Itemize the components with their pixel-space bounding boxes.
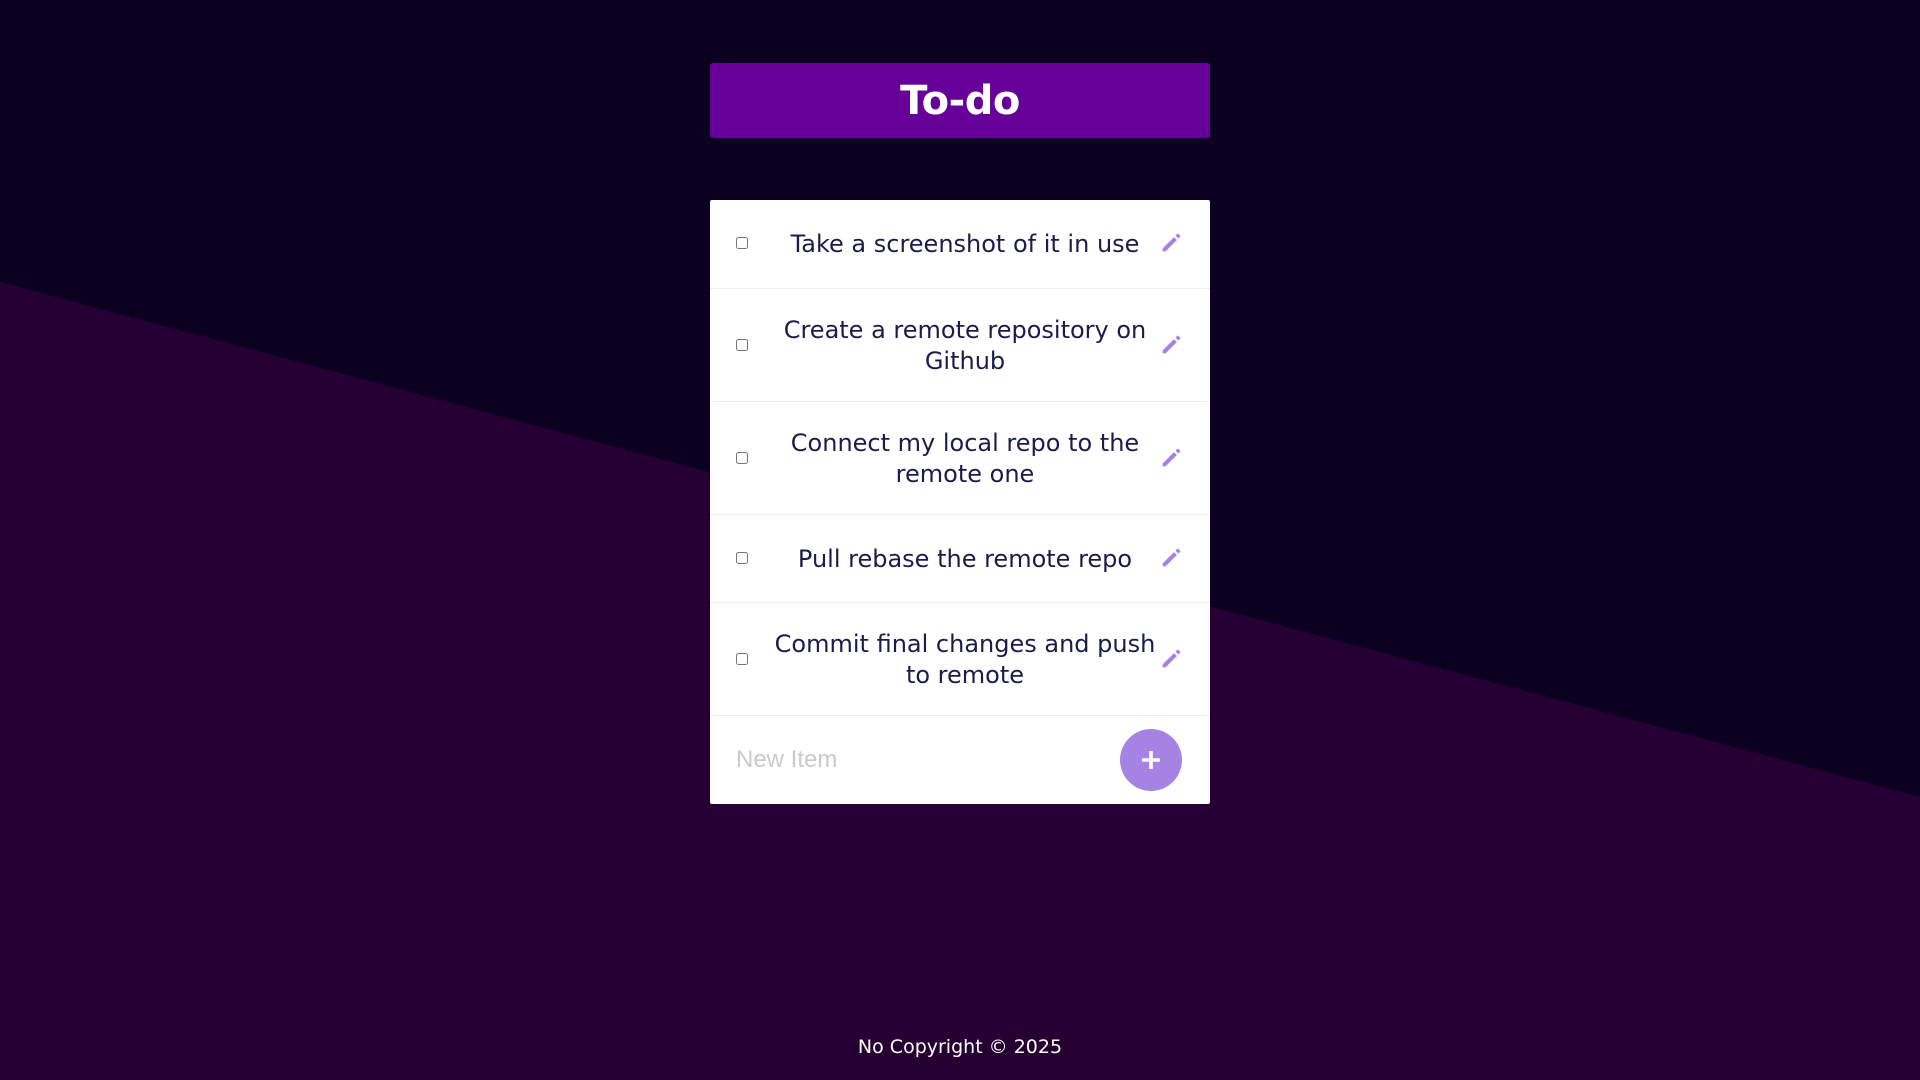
page-title: To-do xyxy=(900,77,1020,124)
pencil-icon[interactable] xyxy=(1158,228,1186,256)
pencil-icon[interactable] xyxy=(1158,443,1186,471)
item-label: Pull rebase the remote repo xyxy=(797,545,1133,573)
plus-icon xyxy=(1142,751,1160,769)
app-header: To-do xyxy=(710,63,1210,138)
pencil-icon[interactable] xyxy=(1158,330,1186,358)
item-checkbox[interactable] xyxy=(736,339,748,351)
item-label: Connect my local repo to the remote one xyxy=(790,429,1140,488)
item-label: Create a remote repository on Github xyxy=(783,316,1147,375)
item-checkbox[interactable] xyxy=(736,653,748,665)
todo-list: Take a screenshot of it in use Create a … xyxy=(710,200,1210,804)
new-item-input[interactable] xyxy=(736,742,1066,778)
list-item: Commit final changes and push to remote xyxy=(710,603,1210,716)
list-item: Connect my local repo to the remote one xyxy=(710,402,1210,515)
item-checkbox[interactable] xyxy=(736,452,748,464)
pencil-icon[interactable] xyxy=(1158,644,1186,672)
item-label: Commit final changes and push to remote xyxy=(774,630,1156,689)
item-checkbox[interactable] xyxy=(736,552,748,564)
list-item: Create a remote repository on Github xyxy=(710,289,1210,402)
pencil-icon[interactable] xyxy=(1158,543,1186,571)
item-checkbox[interactable] xyxy=(736,237,748,249)
add-item-button[interactable] xyxy=(1120,729,1182,791)
footer-copyright: No Copyright © 2025 xyxy=(857,1036,1063,1058)
item-label: Take a screenshot of it in use xyxy=(790,230,1140,258)
new-item-row xyxy=(710,716,1210,804)
list-item: Pull rebase the remote repo xyxy=(710,515,1210,603)
list-item: Take a screenshot of it in use xyxy=(710,200,1210,289)
